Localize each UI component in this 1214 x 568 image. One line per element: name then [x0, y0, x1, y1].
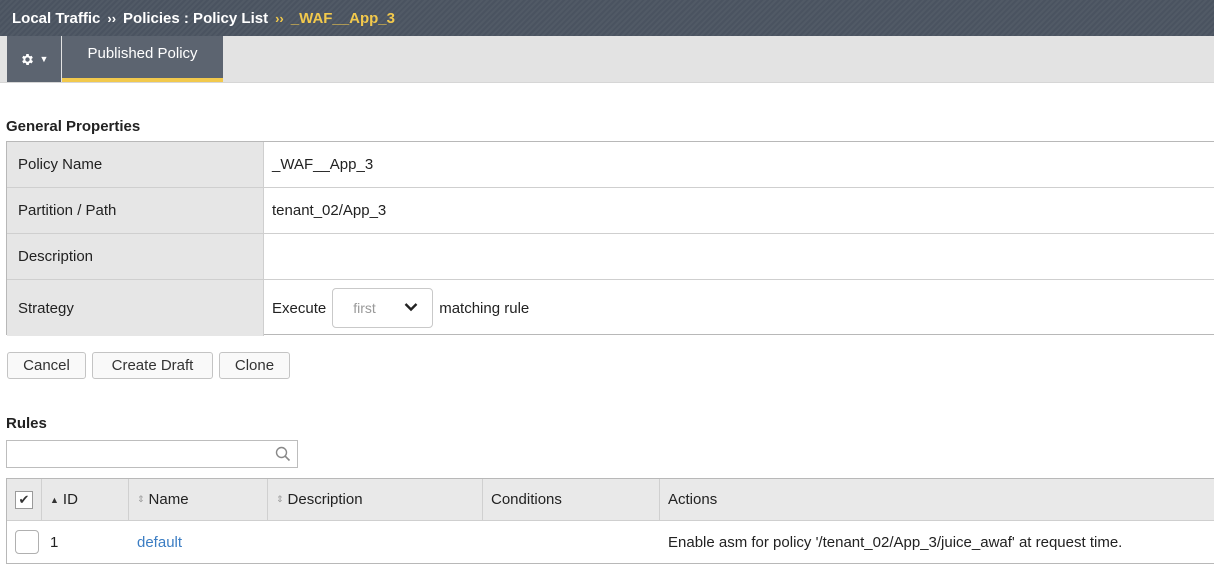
rules-table: ✔ ▲ ID ⇕ Name ⇕ Description Conditions A… [6, 478, 1214, 564]
chevron-down-icon [404, 301, 418, 315]
strategy-value: Execute first matching rule [264, 280, 1214, 336]
sort-icon: ⇕ [137, 494, 145, 504]
rules-search-input[interactable] [7, 441, 267, 467]
breadcrumb-separator: ›› [275, 10, 284, 26]
gear-menu-button[interactable]: ▼ [7, 36, 61, 82]
column-header-description[interactable]: ⇕ Description [268, 479, 483, 520]
breadcrumb-current: _WAF__App_3 [290, 9, 395, 27]
section-title-general: General Properties [6, 118, 141, 135]
property-row: Policy Name _WAF__App_3 [7, 142, 1214, 188]
column-header-label: Actions [668, 491, 718, 508]
property-label: Strategy [7, 280, 264, 336]
property-row: Description [7, 234, 1214, 280]
sort-icon: ⇕ [276, 494, 284, 504]
column-header-conditions: Conditions [483, 479, 660, 520]
cancel-button[interactable]: Cancel [7, 352, 86, 379]
select-all-checkbox[interactable]: ✔ [15, 490, 33, 509]
tab-bar: ▼ Published Policy [0, 36, 1214, 83]
search-icon[interactable] [275, 446, 291, 462]
sort-asc-icon: ▲ [50, 494, 59, 505]
tab-published-policy[interactable]: Published Policy [62, 36, 223, 82]
rule-name-cell: default [129, 521, 268, 563]
chevron-down-icon: ▼ [39, 54, 49, 64]
general-properties-table: Policy Name _WAF__App_3 Partition / Path… [6, 141, 1214, 336]
table-row: 1 default Enable asm for policy '/tenant… [7, 521, 1214, 563]
rule-name-link[interactable]: default [137, 534, 182, 551]
column-header-actions: Actions [660, 479, 1214, 520]
row-select-cell [7, 521, 42, 563]
strategy-select-value: first [353, 300, 376, 316]
column-header-label: ID [62, 491, 78, 508]
gear-icon [21, 53, 33, 65]
breadcrumb: Local Traffic ›› Policies : Policy List … [0, 0, 1214, 36]
rule-description [268, 521, 483, 563]
column-header-id[interactable]: ▲ ID [42, 479, 129, 520]
rules-search [6, 440, 298, 468]
breadcrumb-policy-list[interactable]: Policies : Policy List [123, 10, 268, 27]
strategy-prefix: Execute [272, 299, 327, 317]
property-row: Strategy Execute first matching rule [7, 280, 1214, 336]
rule-conditions [483, 521, 660, 563]
rule-actions: Enable asm for policy '/tenant_02/App_3/… [668, 533, 1123, 551]
column-header-name[interactable]: ⇕ Name [129, 479, 268, 520]
row-checkbox[interactable] [15, 530, 39, 554]
breadcrumb-separator: ›› [107, 10, 117, 26]
breadcrumb-local-traffic[interactable]: Local Traffic [12, 10, 100, 27]
column-header-label: Name [148, 491, 189, 508]
description-value [264, 234, 1214, 279]
property-row: Partition / Path tenant_02/App_3 [7, 188, 1214, 234]
column-header-label: Conditions [491, 491, 562, 508]
select-all-cell: ✔ [7, 479, 42, 520]
rule-id: 1 [50, 533, 59, 551]
partition-path-value: tenant_02/App_3 [272, 202, 387, 219]
column-header-label: Description [287, 491, 363, 508]
property-label: Policy Name [7, 142, 264, 187]
property-label: Partition / Path [7, 188, 264, 233]
strategy-suffix: matching rule [439, 299, 530, 317]
property-label: Description [7, 234, 264, 279]
table-header: ✔ ▲ ID ⇕ Name ⇕ Description Conditions A… [7, 479, 1214, 521]
clone-button[interactable]: Clone [219, 352, 290, 379]
policy-name-value: _WAF__App_3 [272, 156, 374, 173]
section-title-rules: Rules [6, 415, 47, 432]
create-draft-button[interactable]: Create Draft [92, 352, 213, 379]
strategy-select[interactable]: first [332, 288, 434, 328]
